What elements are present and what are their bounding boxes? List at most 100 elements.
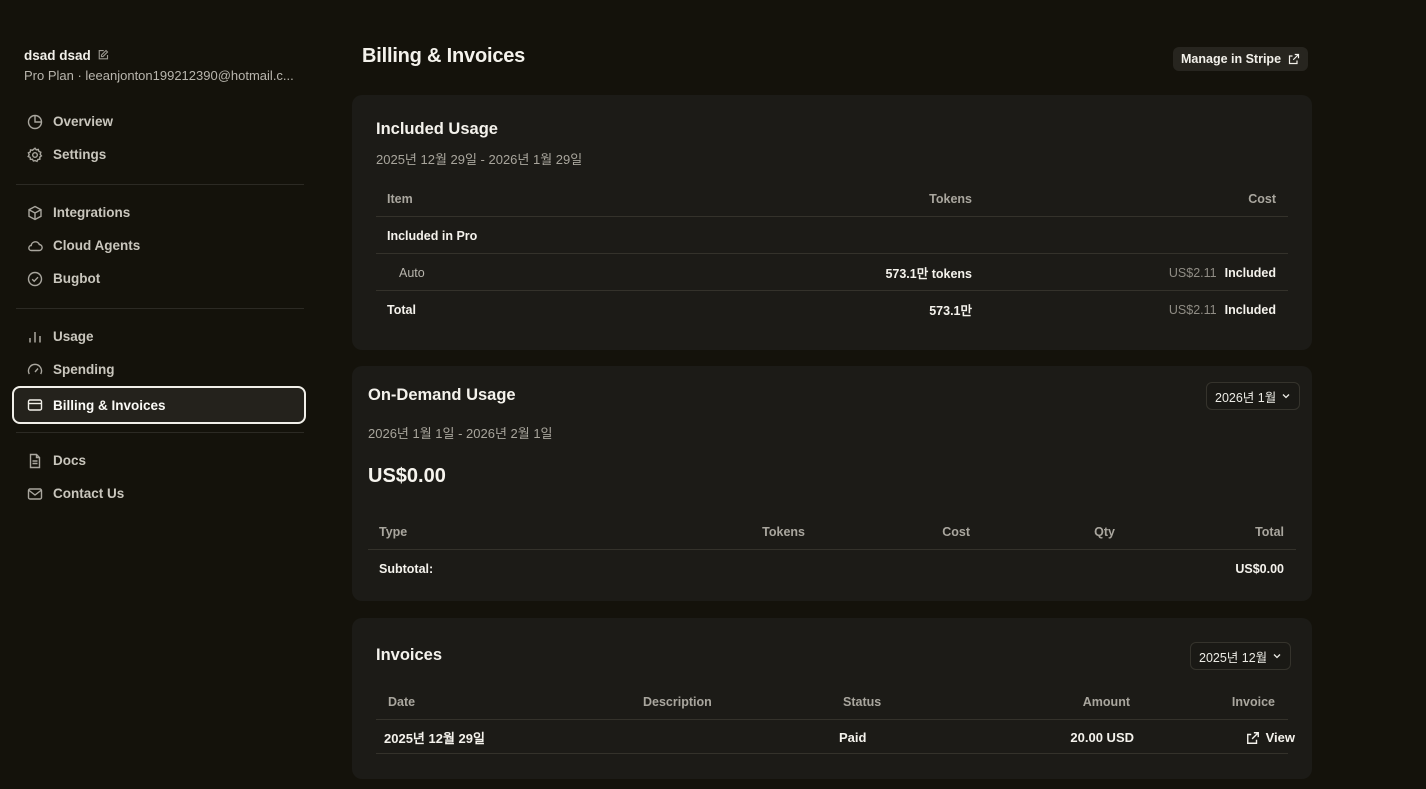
item-name: Auto — [399, 265, 425, 280]
invoices-card: Invoices 2025년 12월 Date Description Stat… — [352, 618, 1312, 779]
included-usage-title: Included Usage — [376, 120, 498, 138]
cost-value: US$2.11 — [1168, 265, 1217, 280]
nav-group-help: Docs Contact Us — [14, 444, 306, 510]
cost-value: US$2.11 — [1168, 302, 1217, 317]
table-row-section: Included in Pro — [376, 217, 1288, 254]
status-badge: Included — [1224, 265, 1276, 280]
table-row: 2025년 12월 29일 Paid 20.00 USD View — [376, 719, 1295, 754]
view-invoice-label: View — [1265, 730, 1295, 745]
sidebar-item-label: Spending — [53, 362, 115, 377]
table-row-total: Total 573.1만 US$2.11 Included — [376, 291, 1288, 328]
item-cost: US$2.11 Included — [1076, 254, 1276, 291]
external-link-icon — [1288, 53, 1300, 65]
sidebar-item-bugbot[interactable]: Bugbot — [14, 262, 306, 295]
column-header-tokens: Tokens — [929, 191, 972, 206]
divider — [16, 308, 304, 309]
manage-in-stripe-button[interactable]: Manage in Stripe — [1173, 47, 1309, 71]
table-header: Type Tokens Cost Qty Total — [368, 513, 1296, 550]
sidebar-item-label: Overview — [53, 114, 114, 129]
external-link-icon — [1246, 731, 1260, 745]
invoice-amount: 20.00 USD — [1070, 730, 1134, 745]
sidebar-item-cloud-agents[interactable]: Cloud Agents — [14, 229, 306, 262]
sidebar-item-overview[interactable]: Overview — [14, 105, 306, 138]
column-header-amount: Amount — [1082, 694, 1130, 709]
on-demand-title: On-Demand Usage — [368, 386, 516, 404]
check-circle-icon — [27, 271, 43, 287]
mail-icon — [27, 486, 43, 502]
credit-card-icon — [27, 397, 43, 413]
sidebar-item-label: Docs — [53, 453, 87, 468]
sidebar-item-label: Billing & Invoices — [53, 397, 166, 413]
sidebar-item-label: Cloud Agents — [53, 238, 141, 253]
sidebar-item-label: Bugbot — [53, 271, 101, 286]
column-header-invoice: Invoice — [1231, 694, 1275, 709]
nav-group-account: Overview Settings — [14, 105, 306, 171]
sidebar: dsad dsad Pro Plan · leeanjonton19921239… — [0, 0, 320, 789]
table-header: Date Description Status Amount Invoice — [376, 683, 1288, 720]
page-title: Billing & Invoices — [362, 45, 526, 67]
invoice-date: 2025년 12월 29일 — [384, 731, 485, 746]
included-usage-card: Included Usage 2025년 12월 29일 - 2026년 1월 … — [352, 95, 1312, 350]
gauge-icon — [27, 362, 43, 378]
user-block: dsad dsad Pro Plan · leeanjonton19921239… — [24, 46, 304, 84]
invoice-month-select[interactable]: 2025년 12월 — [1190, 642, 1292, 670]
subtotal-label: Subtotal: — [379, 561, 434, 576]
table-row-subtotal: Subtotal: US$0.00 — [368, 550, 1296, 587]
column-header-description: Description — [643, 694, 712, 709]
sidebar-item-label: Settings — [53, 147, 107, 162]
total-label: Total — [387, 302, 416, 317]
invoice-status: Paid — [839, 730, 867, 745]
total-cost: US$2.11 Included — [1076, 291, 1276, 328]
sidebar-item-label: Integrations — [53, 205, 131, 220]
status-badge: Included — [1224, 302, 1276, 317]
included-usage-range: 2025년 12월 29일 - 2026년 1월 29일 — [376, 152, 583, 167]
sidebar-item-settings[interactable]: Settings — [14, 138, 306, 171]
column-header-cost: Cost — [942, 524, 970, 539]
column-header-cost: Cost — [1248, 191, 1276, 206]
column-header-date: Date — [388, 694, 416, 709]
section-label: Included in Pro — [387, 228, 478, 243]
invoice-view-cell: View — [1175, 719, 1295, 756]
sidebar-item-integrations[interactable]: Integrations — [14, 196, 306, 229]
manage-in-stripe-label: Manage in Stripe — [1181, 52, 1282, 66]
view-invoice-link[interactable]: View — [1246, 730, 1295, 745]
user-plan-email: Pro Plan · leeanjonton199212390@hotmail.… — [24, 68, 294, 83]
month-select-value: 2025년 12월 — [1199, 650, 1268, 665]
column-header-type: Type — [379, 524, 408, 539]
sidebar-item-contact-us[interactable]: Contact Us — [14, 477, 306, 510]
item-tokens: 573.1만 tokens — [885, 267, 972, 281]
month-select[interactable]: 2026년 1월 — [1206, 382, 1301, 410]
gear-icon — [27, 146, 43, 163]
sidebar-item-label: Contact Us — [53, 486, 125, 501]
on-demand-range: 2026년 1월 1일 - 2026년 2월 1일 — [368, 426, 553, 441]
sidebar-item-usage[interactable]: Usage — [14, 320, 306, 353]
divider — [16, 432, 304, 433]
pie-chart-icon — [27, 114, 43, 130]
month-select-value: 2026년 1월 — [1215, 390, 1277, 405]
edit-icon[interactable] — [97, 49, 109, 61]
divider — [16, 184, 304, 185]
sidebar-item-spending[interactable]: Spending — [14, 353, 306, 386]
column-header-item: Item — [387, 191, 413, 206]
on-demand-usage-card: On-Demand Usage 2026년 1월 2026년 1월 1일 - 2… — [352, 366, 1312, 601]
sidebar-item-label: Usage — [53, 329, 94, 344]
nav-group-billing: Usage Spending Billing & Invoices — [12, 320, 306, 424]
sidebar-item-docs[interactable]: Docs — [14, 444, 306, 477]
nav-group-tools: Integrations Cloud Agents Bugbot — [14, 196, 306, 295]
subtotal-value: US$0.00 — [1235, 561, 1284, 576]
sidebar-item-billing-invoices[interactable]: Billing & Invoices — [12, 386, 306, 424]
cube-icon — [27, 205, 43, 221]
document-icon — [27, 453, 43, 469]
table-row: Auto 573.1만 tokens US$2.11 Included — [376, 254, 1288, 291]
column-header-qty: Qty — [1094, 524, 1115, 539]
column-header-tokens: Tokens — [762, 524, 805, 539]
column-header-total: Total — [1255, 524, 1284, 539]
cloud-icon — [27, 238, 43, 254]
on-demand-amount: US$0.00 — [368, 465, 446, 487]
table-header: Item Tokens Cost — [376, 180, 1288, 217]
total-tokens: 573.1만 — [929, 304, 972, 318]
chevron-down-icon — [1272, 651, 1282, 661]
invoices-title: Invoices — [376, 646, 443, 664]
chevron-down-icon — [1281, 391, 1291, 401]
column-header-status: Status — [843, 694, 882, 709]
